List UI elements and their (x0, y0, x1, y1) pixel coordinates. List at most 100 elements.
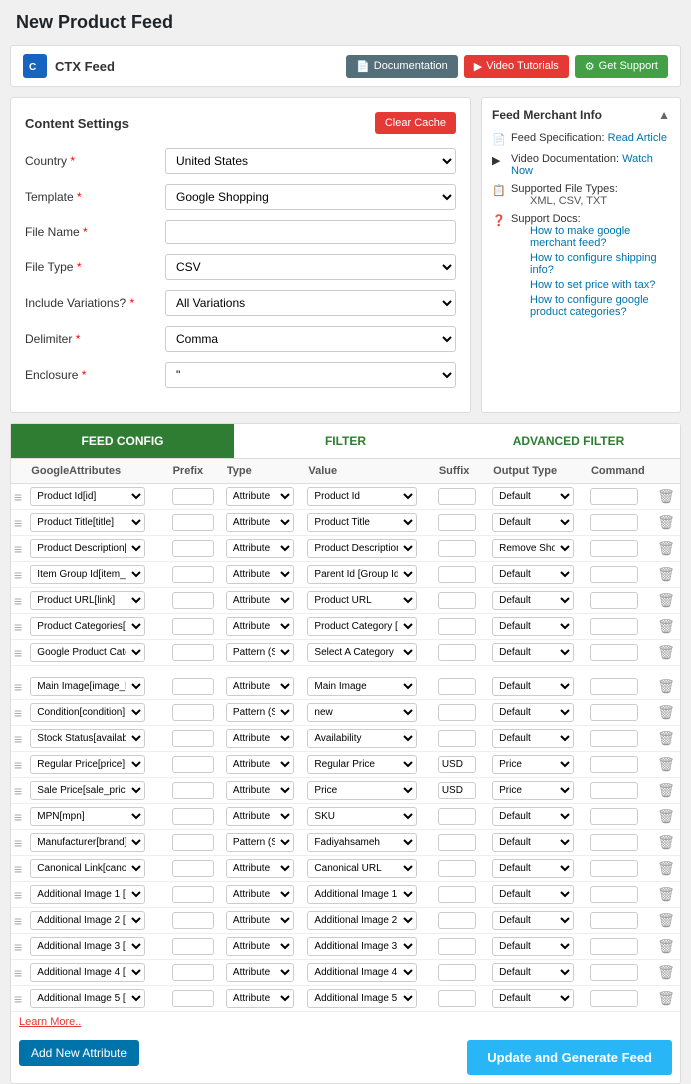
delete-row-button[interactable]: 🗑 (657, 912, 675, 929)
delete-row-button[interactable]: 🗑 (657, 592, 675, 609)
prefix-input[interactable] (172, 704, 214, 721)
ga-select[interactable]: Stock Status[availabilit (30, 729, 145, 748)
delete-row-button[interactable]: 🗑 (657, 488, 675, 505)
type-select[interactable]: Attribute (226, 885, 294, 904)
drag-handle-icon[interactable]: ≡ (14, 489, 22, 505)
suffix-input[interactable] (438, 730, 476, 747)
command-input[interactable] (590, 756, 638, 773)
type-select[interactable]: Attribute (226, 963, 294, 982)
drag-handle-icon[interactable]: ≡ (14, 913, 22, 929)
prefix-input[interactable] (172, 678, 214, 695)
prefix-input[interactable] (172, 592, 214, 609)
file-type-select[interactable]: CSV (165, 254, 456, 280)
drag-handle-icon[interactable]: ≡ (14, 991, 22, 1007)
suffix-input[interactable] (438, 990, 476, 1007)
drag-handle-icon[interactable]: ≡ (14, 619, 22, 635)
delete-row-button[interactable]: 🗑 (657, 566, 675, 583)
update-generate-feed-button[interactable]: Update and Generate Feed (467, 1040, 672, 1075)
output-select[interactable]: Default (492, 911, 574, 930)
prefix-input[interactable] (172, 860, 214, 877)
command-input[interactable] (590, 886, 638, 903)
ga-select[interactable]: Additional Image 3 [ad (30, 937, 145, 956)
command-input[interactable] (590, 618, 638, 635)
type-select[interactable]: Attribute (226, 729, 294, 748)
tab-advanced-filter[interactable]: ADVANCED FILTER (457, 424, 680, 458)
output-select[interactable]: Default (492, 703, 574, 722)
ga-select[interactable]: Main Image[image_link (30, 677, 145, 696)
command-input[interactable] (590, 644, 638, 661)
prefix-input[interactable] (172, 782, 214, 799)
drag-handle-icon[interactable]: ≡ (14, 593, 22, 609)
suffix-input[interactable] (438, 912, 476, 929)
output-select[interactable]: Default (492, 677, 574, 696)
output-select[interactable]: Default (492, 833, 574, 852)
output-select[interactable]: Price (492, 755, 574, 774)
delete-row-button[interactable]: 🗑 (657, 860, 675, 877)
type-select[interactable]: Pattern (St (226, 703, 294, 722)
suffix-input[interactable] (438, 834, 476, 851)
drag-handle-icon[interactable]: ≡ (14, 939, 22, 955)
output-select[interactable]: Default (492, 643, 574, 662)
drag-handle-icon[interactable]: ≡ (14, 757, 22, 773)
type-select[interactable]: Attribute (226, 937, 294, 956)
ga-select[interactable]: Item Group Id[item_grc (30, 565, 145, 584)
type-select[interactable]: Attribute (226, 487, 294, 506)
command-input[interactable] (590, 808, 638, 825)
value-select[interactable]: Product Id (307, 487, 417, 506)
value-select[interactable]: Product Description (307, 539, 417, 558)
delete-row-button[interactable]: 🗑 (657, 704, 675, 721)
delete-row-button[interactable]: 🗑 (657, 782, 675, 799)
prefix-input[interactable] (172, 912, 214, 929)
delete-row-button[interactable]: 🗑 (657, 618, 675, 635)
output-select[interactable]: Remove ShortCodes (492, 539, 574, 558)
ga-select[interactable]: Additional Image 5 [ad (30, 989, 145, 1008)
delete-row-button[interactable]: 🗑 (657, 938, 675, 955)
suffix-input[interactable] (438, 540, 476, 557)
drag-handle-icon[interactable]: ≡ (14, 679, 22, 695)
drag-handle-icon[interactable]: ≡ (14, 783, 22, 799)
drag-handle-icon[interactable]: ≡ (14, 567, 22, 583)
suffix-input[interactable] (438, 860, 476, 877)
country-select[interactable]: United States (165, 148, 456, 174)
value-select[interactable]: Additional Image 1 (307, 885, 417, 904)
type-select[interactable]: Attribute (226, 755, 294, 774)
drag-handle-icon[interactable]: ≡ (14, 835, 22, 851)
delete-row-button[interactable]: 🗑 (657, 990, 675, 1007)
include-variations-select[interactable]: All Variations (165, 290, 456, 316)
ga-select[interactable]: Additional Image 2 [ad (30, 911, 145, 930)
get-support-button[interactable]: ⚙ Get Support (575, 55, 668, 78)
type-select[interactable]: Attribute (226, 911, 294, 930)
type-select[interactable]: Attribute (226, 781, 294, 800)
command-input[interactable] (590, 964, 638, 981)
prefix-input[interactable] (172, 964, 214, 981)
prefix-input[interactable] (172, 886, 214, 903)
support-link-3[interactable]: How to set price with tax? (530, 279, 670, 291)
output-select[interactable]: Default (492, 807, 574, 826)
value-select[interactable]: Product URL (307, 591, 417, 610)
prefix-input[interactable] (172, 938, 214, 955)
output-select[interactable]: Default (492, 937, 574, 956)
type-select[interactable]: Attribute (226, 513, 294, 532)
prefix-input[interactable] (172, 730, 214, 747)
delete-row-button[interactable]: 🗑 (657, 886, 675, 903)
suffix-input[interactable] (438, 808, 476, 825)
delete-row-button[interactable]: 🗑 (657, 834, 675, 851)
ga-select[interactable]: Additional Image 4 [ad (30, 963, 145, 982)
drag-handle-icon[interactable]: ≡ (14, 705, 22, 721)
suffix-input[interactable] (438, 644, 476, 661)
command-input[interactable] (590, 938, 638, 955)
documentation-button[interactable]: 📄 Documentation (346, 55, 458, 78)
output-select[interactable]: Default (492, 565, 574, 584)
tab-feed-config[interactable]: FEED CONFIG (11, 424, 234, 458)
type-select[interactable]: Attribute (226, 677, 294, 696)
command-input[interactable] (590, 540, 638, 557)
command-input[interactable] (590, 566, 638, 583)
command-input[interactable] (590, 860, 638, 877)
ga-select[interactable]: Google Product Catego (30, 643, 145, 662)
output-select[interactable]: Default (492, 591, 574, 610)
ga-select[interactable]: Manufacturer[brand] (30, 833, 145, 852)
type-select[interactable]: Attribute (226, 859, 294, 878)
delete-row-button[interactable]: 🗑 (657, 678, 675, 695)
output-select[interactable]: Default (492, 885, 574, 904)
prefix-input[interactable] (172, 756, 214, 773)
